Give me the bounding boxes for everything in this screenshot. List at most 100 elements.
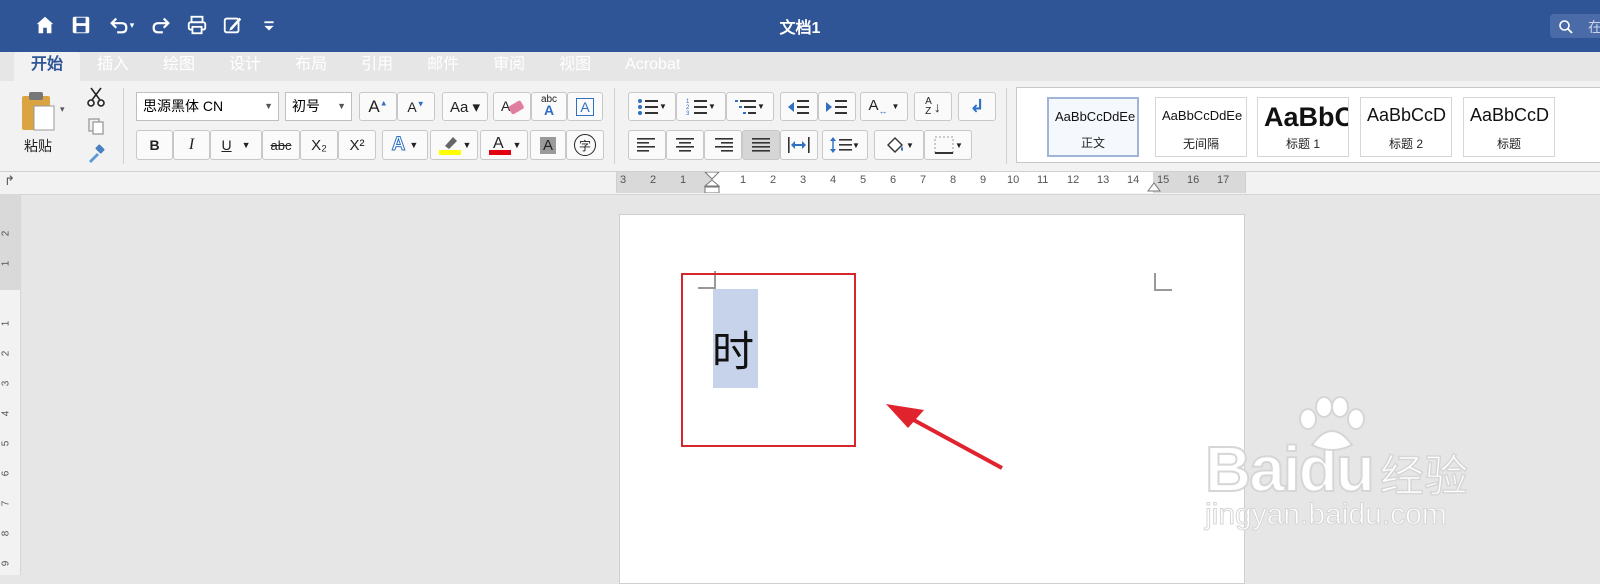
ruler-tick-label: 4 (0, 410, 12, 417)
text-effects-button[interactable]: A ▼ (382, 130, 428, 160)
ruler-tick-label: 2 (0, 350, 12, 357)
font-family-value: 思源黑体 CN (143, 98, 224, 114)
superscript-button[interactable]: X² (338, 130, 376, 160)
numbering-button[interactable]: 1 2 3 ▼ (676, 92, 726, 121)
search-box[interactable]: 在 (1550, 14, 1600, 38)
line-spacing-icon (830, 137, 853, 153)
chevron-down-icon: ▼ (512, 140, 522, 150)
style-no-spacing[interactable]: AaBbCcDdEe 无间隔 (1155, 97, 1247, 157)
tab-draw[interactable]: 绘图 (146, 52, 212, 81)
char-shading-button[interactable]: A (530, 130, 566, 160)
grow-font-button[interactable]: A▲ (359, 92, 397, 121)
indent-marker-icon[interactable] (703, 172, 721, 193)
align-center-button[interactable] (666, 130, 704, 160)
chevron-down-icon: ▼ (409, 140, 419, 150)
tab-mailings[interactable]: 邮件 (410, 52, 476, 81)
italic-label: I (188, 136, 195, 153)
multilevel-list-button[interactable]: ▼ (726, 92, 774, 121)
show-marks-button[interactable]: ↲ (958, 92, 996, 121)
underline-label: U (221, 137, 232, 153)
clipboard-icon (22, 92, 55, 131)
highlight-button[interactable]: ▼ (430, 130, 478, 160)
ruler-tick-label: 6 (0, 470, 12, 477)
style-title[interactable]: AaBbCcD 标题 (1463, 97, 1555, 157)
tab-review[interactable]: 审阅 (476, 52, 542, 81)
watermark-url: jingyan.baidu.com (1205, 498, 1448, 532)
change-case-button[interactable]: Aa ▾ (442, 92, 488, 121)
distributed-button[interactable] (780, 130, 818, 160)
shrink-font-button[interactable]: A▼ (397, 92, 435, 121)
justify-icon (752, 138, 770, 152)
ruler-tick-label: 8 (0, 530, 12, 537)
increase-indent-button[interactable] (818, 92, 856, 121)
right-indent-marker-icon[interactable] (1147, 178, 1161, 192)
shading-button[interactable]: ▼ (874, 130, 924, 160)
italic-button[interactable]: I (173, 130, 210, 160)
tab-design[interactable]: 设计 (212, 52, 278, 81)
enclose-char-button[interactable]: 字 (566, 130, 604, 160)
bullets-button[interactable]: ▼ (628, 92, 676, 121)
phonetic-guide-button[interactable]: abc A (531, 92, 567, 121)
ruler-scale[interactable]: 3 2 1 1 2 3 4 5 6 7 8 9 10 11 12 13 14 1… (616, 172, 1246, 193)
style-name: 正文 (1080, 136, 1105, 150)
tab-references[interactable]: 引用 (344, 52, 410, 81)
strikethrough-button[interactable]: abc (262, 130, 300, 160)
shrink-font-icon: A▼ (407, 98, 425, 115)
highlighter-icon (438, 137, 461, 155)
font-family-select[interactable]: 思源黑体 CN ▼ (136, 92, 279, 121)
distributed-icon (788, 137, 810, 153)
group-separator (123, 88, 124, 164)
document-title: 文档1 (779, 20, 821, 37)
tab-stop-icon[interactable]: ↱ (4, 173, 15, 189)
ruler-tick-label: 3 (800, 174, 807, 186)
justify-button[interactable] (742, 130, 780, 160)
ruler-tick-label: 1 (740, 174, 747, 186)
chevron-down-icon: ▼ (757, 102, 765, 111)
style-sample: AaBbCcDdEe (1055, 109, 1136, 124)
align-left-button[interactable] (628, 130, 666, 160)
ruler-tick-label: 5 (860, 174, 867, 186)
style-heading-2[interactable]: AaBbCcD 标题 2 (1360, 97, 1452, 157)
sort-icon: AZ (925, 95, 932, 117)
align-right-button[interactable] (704, 130, 742, 160)
bold-button[interactable]: B (136, 130, 173, 160)
vertical-ruler[interactable]: 2 1 1 2 3 4 5 6 7 8 9 (0, 194, 21, 575)
style-normal[interactable]: AaBbCcDdEe 正文 (1047, 97, 1139, 157)
ruler-tick-label: 10 (1007, 174, 1020, 186)
tab-insert[interactable]: 插入 (80, 52, 146, 81)
chevron-down-icon: ▼ (906, 140, 914, 150)
style-sample: AaBbCcDdEe (1162, 108, 1243, 123)
font-color-button[interactable]: A ▼ (480, 130, 528, 160)
style-heading-1[interactable]: AaBbC 标题 1 (1257, 97, 1349, 157)
decrease-indent-button[interactable] (780, 92, 818, 121)
char-border-button[interactable]: A (567, 92, 603, 121)
tab-acrobat[interactable]: Acrobat (608, 52, 697, 81)
tab-view[interactable]: 视图 (542, 52, 608, 81)
tab-home[interactable]: 开始 (14, 52, 81, 81)
ruler-left-margin (617, 172, 712, 193)
sort-button[interactable]: A Z ↓ (914, 92, 952, 121)
numbered-list-icon: 123 (686, 99, 708, 116)
watermark-product: 经验 (1379, 451, 1469, 502)
format-painter-icon[interactable] (83, 142, 109, 166)
underline-button[interactable]: U ▼ (210, 130, 262, 160)
clear-formatting-button[interactable]: A (493, 92, 531, 121)
ruler-tick-label: 11 (1037, 174, 1049, 186)
paw-logo-icon (1299, 396, 1365, 451)
font-size-select[interactable]: 初号 ▼ (285, 92, 352, 121)
cut-icon[interactable] (83, 85, 109, 109)
style-name: 标题 (1496, 137, 1521, 151)
subscript-label: X₂ (311, 136, 327, 154)
line-spacing-button[interactable]: ▼ (822, 130, 868, 160)
strikethrough-label: abc (270, 137, 292, 153)
subscript-button[interactable]: X₂ (300, 130, 338, 160)
asian-layout-button[interactable]: A↔ ▼ (860, 92, 908, 121)
title-bar: ▾ 文档1 在 (0, 0, 1600, 52)
borders-button[interactable]: ▼ (924, 130, 972, 160)
ruler-tick-label: 5 (0, 440, 12, 447)
paste-dropdown-icon[interactable]: ▾ (60, 104, 65, 115)
copy-icon[interactable] (83, 114, 109, 138)
tab-layout[interactable]: 布局 (278, 52, 344, 81)
decrease-indent-icon (788, 99, 809, 114)
ruler-tick-label: 7 (920, 174, 927, 186)
